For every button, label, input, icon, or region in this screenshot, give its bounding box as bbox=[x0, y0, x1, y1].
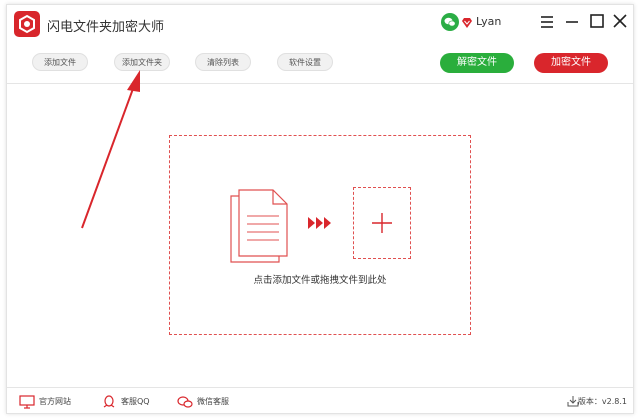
annotation-arrow bbox=[81, 70, 140, 229]
